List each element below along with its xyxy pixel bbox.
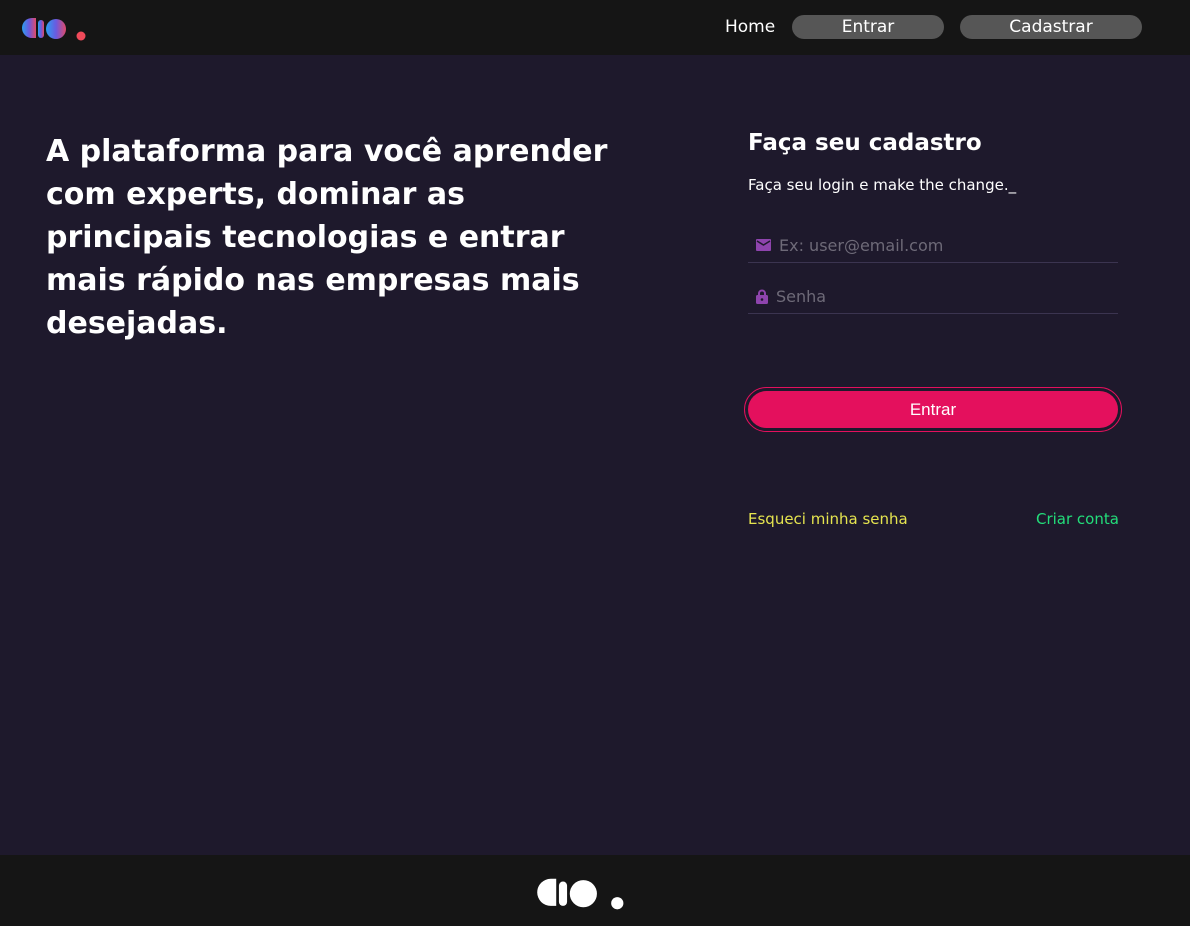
password-field[interactable] xyxy=(748,279,1118,314)
dio-logo[interactable] xyxy=(22,13,88,41)
submit-button[interactable]: Entrar xyxy=(748,391,1118,428)
nav-signup-button[interactable]: Cadastrar xyxy=(960,15,1142,39)
email-field[interactable] xyxy=(748,228,1118,263)
footer-dio-logo xyxy=(537,878,624,910)
forgot-password-link[interactable]: Esqueci minha senha xyxy=(748,510,908,528)
form-subtitle: Faça seu login e make the change._ xyxy=(748,176,1017,194)
signup-form: Faça seu cadastro Faça seu login e make … xyxy=(748,130,1118,314)
header: Home Entrar Cadastrar xyxy=(0,0,1190,55)
hero-title: A plataforma para você aprender com expe… xyxy=(46,134,608,341)
email-input[interactable] xyxy=(779,235,1118,255)
password-input[interactable] xyxy=(776,286,1118,306)
nav-login-button[interactable]: Entrar xyxy=(792,15,944,39)
nav-home-link[interactable]: Home xyxy=(725,17,775,37)
footer xyxy=(0,855,1190,926)
submit-button-wrapper: Entrar xyxy=(744,387,1122,432)
create-account-link[interactable]: Criar conta xyxy=(1036,510,1119,528)
form-title: Faça seu cadastro xyxy=(748,130,982,156)
mail-icon xyxy=(756,239,771,251)
lock-icon xyxy=(756,289,768,304)
